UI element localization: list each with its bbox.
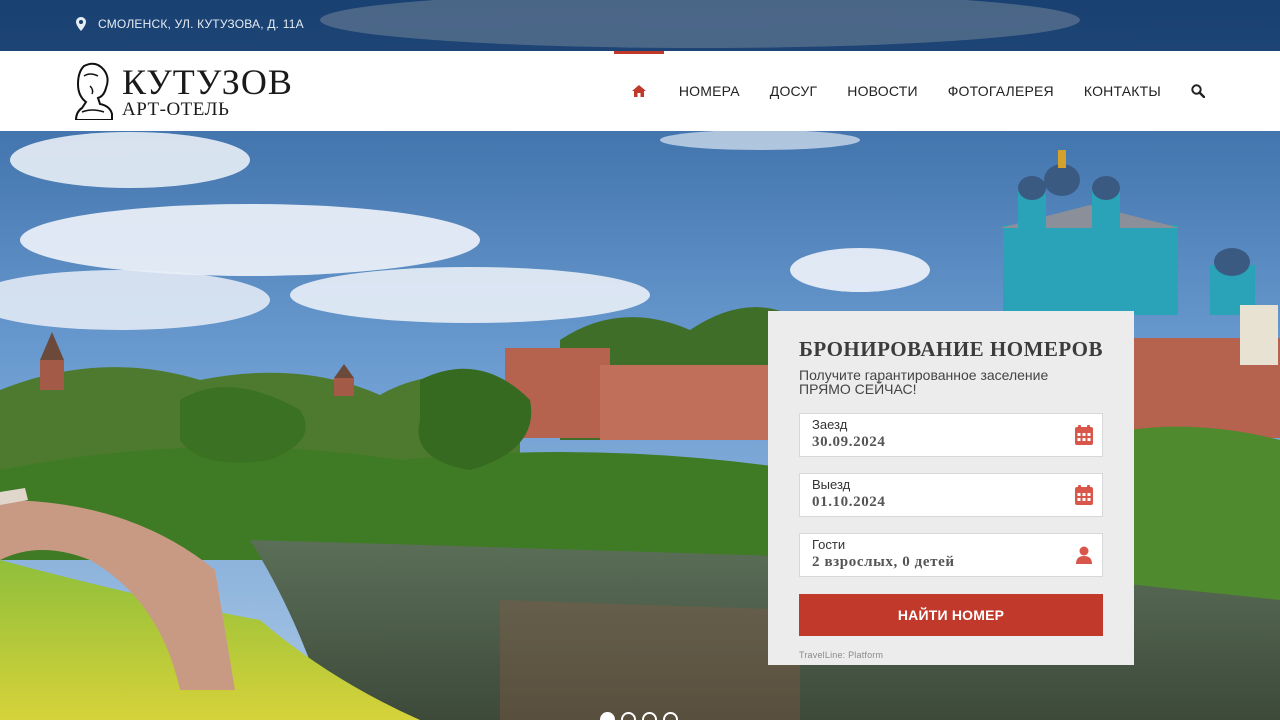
guests-field[interactable]: Гости 2 взрослых, 0 детей [799, 533, 1103, 577]
slider-dot-1[interactable] [600, 712, 615, 720]
logo-title: КУТУЗОВ [122, 61, 293, 102]
slider-dot-3[interactable] [642, 712, 657, 720]
slider-dot-4[interactable] [663, 712, 678, 720]
slider-dot-2[interactable] [621, 712, 636, 720]
guests-label: Гости [812, 537, 846, 552]
address: СМОЛЕНСК, УЛ. КУТУЗОВА, Д. 11А [76, 17, 304, 31]
nav-home[interactable] [613, 51, 664, 131]
search-icon [1191, 84, 1205, 98]
booking-subtitle: Получите гарантированное заселение ПРЯМО… [799, 368, 1103, 396]
checkin-field[interactable]: Заезд 30.09.2024 [799, 413, 1103, 457]
nav-rooms[interactable]: НОМЕРА [664, 51, 755, 131]
nav-search[interactable] [1176, 51, 1220, 131]
nav-contacts[interactable]: КОНТАКТЫ [1069, 51, 1176, 131]
checkout-value: 01.10.2024 [812, 493, 886, 510]
kutuzov-portrait-icon [74, 62, 113, 120]
calendar-icon [1075, 425, 1093, 445]
address-text: СМОЛЕНСК, УЛ. КУТУЗОВА, Д. 11А [98, 17, 304, 31]
checkout-field[interactable]: Выезд 01.10.2024 [799, 473, 1103, 517]
checkout-label: Выезд [812, 477, 851, 492]
nav-news[interactable]: НОВОСТИ [832, 51, 932, 131]
guests-value: 2 взрослых, 0 детей [812, 553, 955, 570]
site-header: КУТУЗОВ АРТ-ОТЕЛЬ НОМЕРА ДОСУГ НОВОСТИ Ф… [0, 51, 1280, 131]
nav-gallery[interactable]: ФОТОГАЛЕРЕЯ [933, 51, 1069, 131]
booking-subtitle-line2: ПРЯМО СЕЙЧАС! [799, 381, 917, 397]
user-icon [1076, 546, 1092, 564]
home-icon [631, 85, 646, 97]
booking-widget: БРОНИРОВАНИЕ НОМЕРОВ Получите гарантиров… [768, 311, 1134, 665]
booking-title: БРОНИРОВАНИЕ НОМЕРОВ [799, 337, 1103, 361]
checkin-value: 30.09.2024 [812, 433, 886, 450]
nav-leisure[interactable]: ДОСУГ [755, 51, 833, 131]
hotel-logo[interactable]: КУТУЗОВ АРТ-ОТЕЛЬ [70, 59, 300, 123]
top-info-bar: СМОЛЕНСК, УЛ. КУТУЗОВА, Д. 11А [0, 0, 1280, 51]
map-marker-icon [76, 17, 86, 31]
find-room-button[interactable]: НАЙТИ НОМЕР [799, 594, 1103, 636]
calendar-icon [1075, 485, 1093, 505]
logo-subtitle: АРТ-ОТЕЛЬ [122, 98, 230, 120]
powered-by-link[interactable]: TravelLine: Platform [799, 650, 1103, 660]
checkin-label: Заезд [812, 417, 848, 432]
main-nav: НОМЕРА ДОСУГ НОВОСТИ ФОТОГАЛЕРЕЯ КОНТАКТ… [613, 51, 1220, 131]
slider-pagination [600, 712, 678, 720]
booking-subtitle-line1: Получите гарантированное заселение [799, 367, 1049, 383]
